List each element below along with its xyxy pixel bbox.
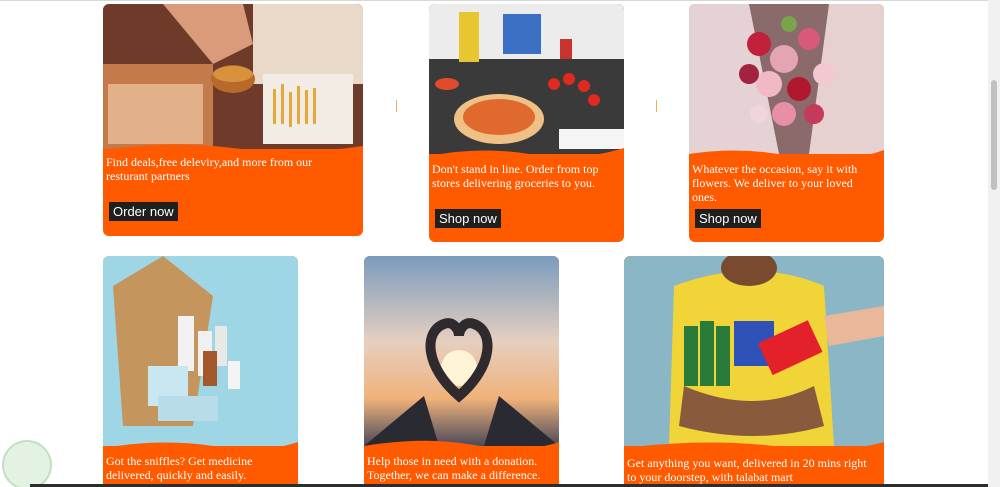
card-restaurants[interactable]: Find deals,free deleviry,and more from o… [103, 4, 363, 236]
donation-heart-photo [364, 256, 559, 446]
scrollbar[interactable] [988, 0, 1000, 487]
card-description: Got the sniffles? Get medicine delivered… [106, 454, 253, 482]
divider-mark [656, 100, 657, 112]
card-wave [624, 442, 884, 454]
divider-mark [396, 100, 397, 112]
card-wave [689, 150, 884, 162]
card-flowers[interactable]: Whatever the occasion, say it with flowe… [689, 4, 884, 242]
card-groceries[interactable]: Don't stand in line. Order from top stor… [429, 4, 624, 242]
scrollbar-thumb[interactable] [991, 80, 997, 190]
order-now-button[interactable]: Order now [109, 202, 178, 221]
card-description: Find deals,free deleviry,and more from o… [106, 155, 313, 183]
restaurant-food-photo [103, 4, 363, 149]
flowers-photo [689, 4, 884, 154]
card-wave [429, 148, 624, 162]
shop-now-button[interactable]: Shop now [435, 209, 501, 228]
page-viewport: Find deals,free deleviry,and more from o… [0, 0, 1000, 487]
card-description: Get anything you want, delivered in 20 m… [627, 456, 867, 484]
pharmacy-photo [103, 256, 298, 446]
card-description: Help those in need with a donation. Toge… [367, 454, 541, 482]
groceries-photo [429, 4, 624, 154]
card-donations[interactable]: Help those in need with a donation. Toge… [364, 256, 559, 487]
card-wave [103, 442, 298, 454]
card-wave [364, 440, 559, 454]
mart-photo [624, 256, 884, 446]
card-pharmacy[interactable]: Got the sniffles? Get medicine delivered… [103, 256, 298, 487]
shop-now-button[interactable]: Shop now [695, 209, 761, 228]
card-mart[interactable]: Get anything you want, delivered in 20 m… [624, 256, 884, 487]
card-description: Don't stand in line. Order from top stor… [432, 162, 599, 190]
shield-logo-icon [2, 440, 52, 487]
card-description: Whatever the occasion, say it with flowe… [692, 162, 858, 204]
